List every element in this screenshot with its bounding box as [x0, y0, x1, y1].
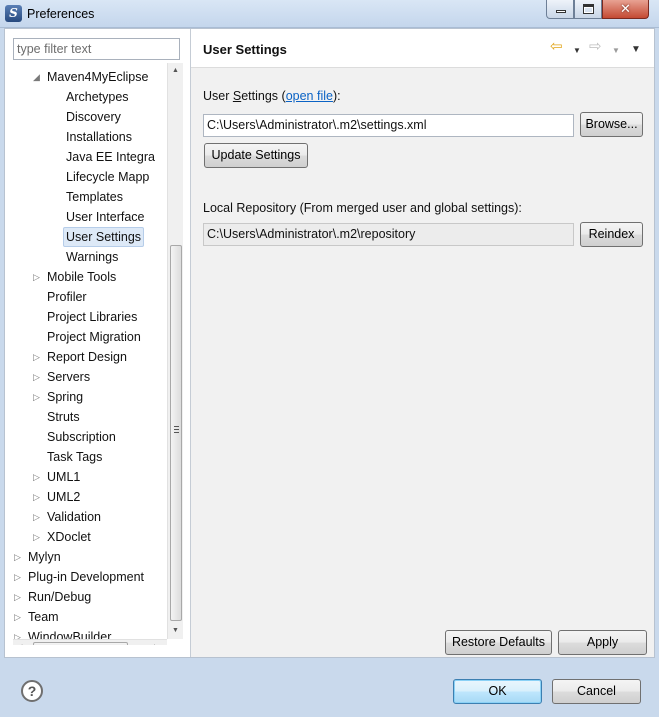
tree-viewport: ◢ Maven4MyEclipse Archetypes Discovery Insta…	[13, 63, 167, 639]
tree-item-label: Installations	[66, 130, 133, 144]
horizontal-scroll-thumb[interactable]	[33, 642, 128, 645]
scroll-up-arrow-icon[interactable]: ▲	[172, 67, 179, 74]
user-settings-label: User Settings (open file):	[203, 89, 341, 103]
tree-expand-icon[interactable]: ▷	[14, 547, 22, 567]
tree-item-label: Profiler	[47, 290, 87, 304]
tree-expand-icon[interactable]: ▷	[14, 607, 22, 627]
forward-arrow-icon[interactable]: ⇨	[589, 39, 602, 55]
local-repository-path-field: C:\Users\Administrator\.m2\repository	[203, 223, 574, 246]
cancel-button[interactable]: Cancel	[552, 679, 641, 704]
tree-item-label: XDoclet	[47, 530, 91, 544]
tree-item-label: Project Migration	[47, 330, 141, 344]
tree-item-label: Maven4MyEclipse	[47, 70, 149, 84]
tree-expand-icon[interactable]: ▷	[33, 367, 41, 387]
tree-item-label: User Settings	[63, 227, 145, 247]
user-settings-label-suffix: ):	[332, 89, 341, 103]
tree-expand-icon[interactable]: ▷	[33, 487, 41, 507]
tree-expand-icon[interactable]: ▷	[33, 387, 41, 407]
tree-expand-icon[interactable]: ▷	[33, 527, 41, 547]
tree-item-label: UML2	[47, 490, 81, 504]
tree-item-label: Spring	[47, 390, 84, 404]
restore-defaults-button[interactable]: Restore Defaults	[445, 630, 552, 655]
minimize-button[interactable]	[546, 0, 574, 19]
user-settings-mnemonic: S	[232, 89, 242, 103]
tree-item-label: Struts	[47, 410, 80, 424]
tree-item-label: Archetypes	[66, 90, 129, 104]
reindex-button[interactable]: Reindex	[580, 222, 643, 247]
tree-item-label: Servers	[47, 370, 91, 384]
tree-item-label: Team	[28, 610, 59, 624]
help-icon[interactable]: ?	[21, 680, 43, 702]
filter-input[interactable]	[13, 38, 180, 60]
window-title: Preferences	[27, 7, 95, 21]
scroll-right-arrow-icon[interactable]: ▶	[154, 643, 159, 645]
tree-item-label: Lifecycle Mapp	[66, 170, 150, 184]
tree-item-label: Run/Debug	[28, 590, 92, 604]
page-header: User Settings ⇦ ▼ ⇨ ▼ ▼	[191, 29, 654, 68]
tree-expand-icon[interactable]: ▷	[33, 507, 41, 527]
scroll-grip-icon	[174, 426, 179, 427]
close-button[interactable]: ✕	[602, 0, 649, 19]
user-settings-path-field[interactable]: C:\Users\Administrator\.m2\settings.xml	[203, 114, 574, 137]
scroll-down-arrow-icon[interactable]: ▼	[172, 627, 179, 634]
vertical-scroll-thumb[interactable]	[170, 245, 182, 621]
view-menu-icon[interactable]: ▼	[631, 42, 641, 58]
browse-button[interactable]: Browse...	[580, 112, 643, 137]
tree-item-label: WindowBuilder	[28, 630, 112, 639]
tree-expand-icon[interactable]: ▷	[14, 567, 22, 587]
tree-item-label: Discovery	[66, 110, 121, 124]
tree-item-label: Plug-in Development	[28, 570, 145, 584]
tree-expand-icon[interactable]: ▷	[33, 267, 41, 287]
maximize-icon	[583, 4, 594, 14]
tree-item-label: UML1	[47, 470, 81, 484]
update-settings-button[interactable]: Update Settings	[204, 143, 308, 168]
window-titlebar[interactable]: S Preferences ✕	[0, 0, 659, 28]
scroll-left-arrow-icon[interactable]: ◀	[17, 643, 22, 645]
back-history-dropdown-icon[interactable]: ▼	[573, 43, 581, 59]
local-repository-label: Local Repository (From merged user and g…	[203, 201, 522, 215]
preferences-navigation: ◢ Maven4MyEclipse Archetypes Discovery Insta…	[5, 29, 190, 657]
maximize-button[interactable]	[574, 0, 602, 19]
ok-button[interactable]: OK	[453, 679, 542, 704]
tree-item-label: Validation	[47, 510, 101, 524]
myeclipse-app-icon: S	[5, 5, 22, 22]
user-settings-label-prefix: User	[203, 89, 233, 103]
tree-expand-icon[interactable]: ▷	[33, 467, 41, 487]
preferences-body: ◢ Maven4MyEclipse Archetypes Discovery Insta…	[4, 28, 655, 658]
tree-item-label: Java EE Integra	[66, 150, 155, 164]
apply-button[interactable]: Apply	[558, 630, 647, 655]
page-title: User Settings	[203, 42, 287, 57]
tree-item-label: Report Design	[47, 350, 127, 364]
tree-expand-icon[interactable]: ▷	[14, 627, 22, 639]
user-settings-label-rest: ettings (	[241, 89, 286, 103]
close-icon: ✕	[620, 1, 631, 16]
tree-item-label: Mobile Tools	[47, 270, 117, 284]
tree-horizontal-scrollbar[interactable]: ◀ ▶	[13, 639, 167, 645]
back-arrow-icon[interactable]: ⇦	[550, 39, 563, 55]
tree-expand-icon[interactable]: ▷	[33, 347, 41, 367]
tree-collapse-icon[interactable]: ◢	[33, 67, 41, 87]
tree-item-label: Templates	[66, 190, 123, 204]
tree-item-label: Mylyn	[28, 550, 61, 564]
preference-page: User Settings ⇦ ▼ ⇨ ▼ ▼ User Settings (o…	[191, 29, 654, 657]
tree-item-label: Subscription	[47, 430, 116, 444]
tree-item-label: Warnings	[66, 250, 119, 264]
tree-item-label: Task Tags	[47, 450, 103, 464]
open-file-link[interactable]: open file	[286, 89, 333, 103]
tree-item-label: User Interface	[66, 210, 145, 224]
tree-expand-icon[interactable]: ▷	[14, 587, 22, 607]
preference-tree: ◢ Maven4MyEclipse Archetypes Discovery Insta…	[13, 63, 183, 645]
minimize-icon	[556, 10, 566, 13]
forward-history-dropdown-icon[interactable]: ▼	[612, 43, 620, 59]
tree-item-label: Project Libraries	[47, 310, 138, 324]
tree-vertical-scrollbar[interactable]: ▲ ▼	[167, 63, 183, 639]
